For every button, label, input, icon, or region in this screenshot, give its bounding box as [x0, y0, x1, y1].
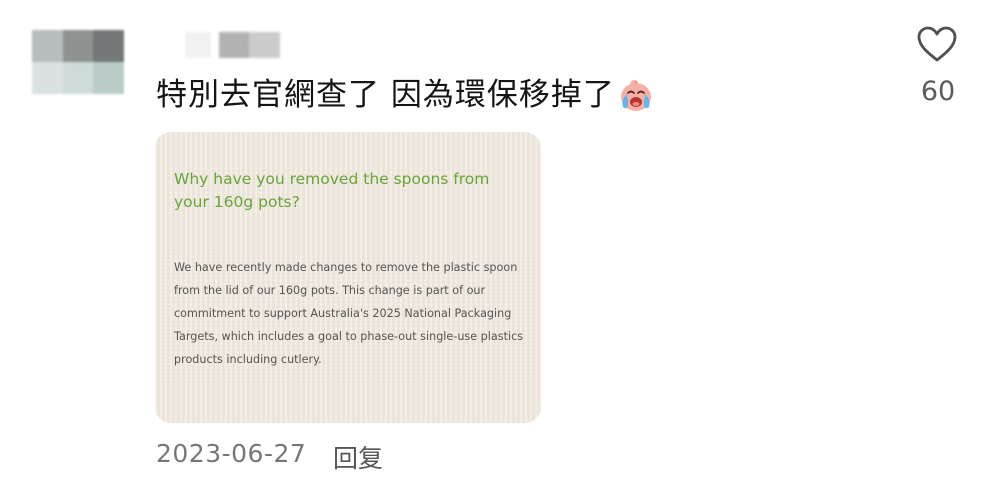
comment-timestamp: 2023-06-27 [156, 439, 307, 468]
attached-image[interactable]: Why have you removed the spoons from you… [155, 132, 541, 423]
reply-button[interactable]: 回复 [333, 439, 383, 475]
faq-question: Why have you removed the spoons from you… [174, 170, 490, 211]
comment-text-content: 特別去官網查了 因為環保移掉了 [156, 77, 615, 113]
heart-outline-icon[interactable] [915, 24, 959, 64]
comment-item: 特別去官網查了 因為環保移掉了 60 Why have you removed … [0, 0, 1000, 493]
username-blurred[interactable] [185, 32, 280, 58]
comment-text: 特別去官網查了 因為環保移掉了 [156, 72, 655, 118]
faq-answer: We have recently made changes to remove … [174, 261, 524, 366]
avatar[interactable] [32, 30, 124, 94]
crying-face-emoji [620, 80, 651, 111]
like-count: 60 [920, 76, 956, 107]
